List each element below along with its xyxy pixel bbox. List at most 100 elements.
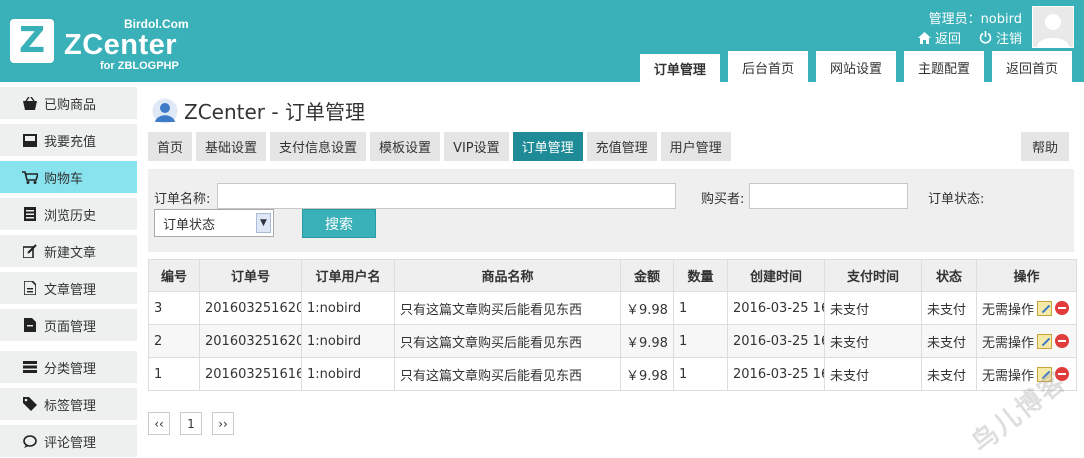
delete-icon[interactable] [1055, 301, 1070, 315]
top-nav-dashboard[interactable]: 后台首页 [727, 51, 808, 82]
cell-qty: 1 [673, 291, 728, 325]
col-header[interactable]: 支付时间 [824, 259, 922, 292]
top-nav-home[interactable]: 返回首页 [991, 51, 1072, 82]
cell-amount: ￥9.98 [620, 324, 674, 358]
basket-icon [22, 95, 38, 111]
document-icon [22, 280, 38, 296]
buyer-input[interactable] [749, 183, 908, 209]
help-button[interactable]: 帮助 [1021, 132, 1069, 161]
cell-qty: 1 [673, 324, 728, 358]
tab-orders[interactable]: 订单管理 [512, 132, 583, 161]
power-icon [979, 31, 992, 44]
cell-product: 只有这篇文章购买后能看见东西 [394, 357, 621, 391]
sidebar-item-comments[interactable]: 评论管理 [0, 425, 137, 457]
logo-site: Birdol.Com [124, 17, 189, 31]
cell-paid: 未支付 [824, 357, 922, 391]
edit-icon[interactable] [1037, 300, 1053, 316]
list-icon [22, 206, 38, 222]
cell-id: 3 [148, 291, 200, 325]
tab-recharge[interactable]: 充值管理 [586, 132, 657, 161]
logo-title: ZCenter [64, 29, 178, 61]
pager-next-button[interactable]: ›› [212, 412, 234, 435]
inbox-icon [22, 132, 38, 148]
top-nav: 订单管理 后台首页 网站设置 主题配置 返回首页 [639, 51, 1072, 82]
sidebar-item-new-post[interactable]: 新建文章 [0, 235, 137, 267]
col-header[interactable]: 数量 [673, 259, 728, 292]
col-header[interactable]: 订单号 [199, 259, 302, 292]
tab-users[interactable]: 用户管理 [660, 132, 731, 161]
cell-status: 未支付 [921, 357, 977, 391]
sidebar-item-categories[interactable]: 分类管理 [0, 351, 137, 383]
col-header[interactable]: 状态 [921, 259, 977, 292]
sidebar-item-recharge[interactable]: 我要充值 [0, 124, 137, 156]
cell-username: 1:nobird [301, 291, 395, 325]
col-header[interactable]: 操作 [976, 259, 1077, 292]
cell-created: 2016-03-25 16:20:55 [727, 291, 825, 325]
pagination: ‹‹ 1 ›› [148, 412, 234, 435]
tab-template-settings[interactable]: 模板设置 [370, 132, 441, 161]
sidebar-item-tags[interactable]: 标签管理 [0, 388, 137, 420]
tab-home[interactable]: 首页 [148, 132, 193, 161]
cell-actions: 无需操作 [976, 291, 1077, 325]
cell-actions: 无需操作 [976, 324, 1077, 358]
sidebar-item-cart[interactable]: 购物车 [0, 161, 137, 193]
table-row: 3 20160325162055 1:nobird 只有这篇文章购买后能看见东西… [148, 291, 1077, 325]
top-nav-orders[interactable]: 订单管理 [639, 51, 720, 82]
cart-icon [22, 169, 38, 185]
cell-id: 2 [148, 324, 200, 358]
sidebar-item-purchased[interactable]: 已购商品 [0, 87, 137, 119]
top-nav-theme[interactable]: 主题配置 [903, 51, 984, 82]
tag-icon [22, 396, 38, 412]
user-icon [152, 98, 178, 123]
cell-order-no: 20160325161655 [199, 357, 302, 391]
cell-qty: 1 [673, 357, 728, 391]
user-silhouette-icon [1037, 14, 1069, 47]
top-nav-site-settings[interactable]: 网站设置 [815, 51, 896, 82]
avatar[interactable] [1032, 6, 1074, 48]
page-title: ZCenter - 订单管理 [152, 96, 365, 125]
buyer-label: 购买者: [701, 192, 745, 207]
cell-id: 1 [148, 357, 200, 391]
cell-status: 未支付 [921, 291, 977, 325]
admin-label: 管理员：nobird [928, 12, 1022, 27]
col-header[interactable]: 订单用户名 [301, 259, 395, 292]
delete-icon[interactable] [1055, 334, 1070, 348]
cell-username: 1:nobird [301, 357, 395, 391]
cell-paid: 未支付 [824, 324, 922, 358]
sidebar: 已购商品 我要充值 购物车 浏览历史 新建文章 文章管理 页面管理 分类管理 标… [0, 82, 137, 458]
filter-panel: 订单名称: 购买者: 订单状态: 订单状态 ▼ 搜索 [148, 169, 1074, 252]
cell-created: 2016-03-25 16:20:12 [727, 324, 825, 358]
col-header[interactable]: 商品名称 [394, 259, 621, 292]
chevron-down-icon: ▼ [256, 213, 271, 233]
order-name-input[interactable] [217, 183, 676, 209]
order-status-label: 订单状态: [928, 192, 985, 207]
cell-amount: ￥9.98 [620, 357, 674, 391]
table-row: 2 20160325162012 1:nobird 只有这篇文章购买后能看见东西… [148, 324, 1077, 358]
cell-order-no: 20160325162055 [199, 291, 302, 325]
cell-product: 只有这篇文章购买后能看见东西 [394, 291, 621, 325]
edit-icon[interactable] [1037, 333, 1053, 349]
sidebar-item-history[interactable]: 浏览历史 [0, 198, 137, 230]
search-button[interactable]: 搜索 [302, 209, 376, 238]
tab-vip-settings[interactable]: VIP设置 [444, 132, 509, 161]
table-row: 1 20160325161655 1:nobird 只有这篇文章购买后能看见东西… [148, 357, 1077, 391]
tab-payment-settings[interactable]: 支付信息设置 [270, 132, 367, 161]
tab-basic-settings[interactable]: 基础设置 [196, 132, 267, 161]
edit-icon [22, 243, 38, 259]
pager-page-1[interactable]: 1 [180, 412, 202, 435]
sidebar-item-posts[interactable]: 文章管理 [0, 272, 137, 304]
cell-order-no: 20160325162012 [199, 324, 302, 358]
order-status-select[interactable]: 订单状态 ▼ [154, 209, 274, 237]
order-name-label: 订单名称: [154, 192, 211, 207]
logout-link[interactable]: 注销 [979, 28, 1022, 47]
cell-status: 未支付 [921, 324, 977, 358]
pager-prev-button[interactable]: ‹‹ [148, 412, 170, 435]
col-header[interactable]: 编号 [148, 259, 200, 292]
sidebar-item-pages[interactable]: 页面管理 [0, 309, 137, 341]
comment-icon [22, 433, 38, 449]
logo-subtitle: for ZBLOGPHP [100, 60, 179, 72]
back-link[interactable]: 返回 [917, 28, 961, 47]
cell-product: 只有这篇文章购买后能看见东西 [394, 324, 621, 358]
col-header[interactable]: 金额 [620, 259, 674, 292]
col-header[interactable]: 创建时间 [727, 259, 825, 292]
